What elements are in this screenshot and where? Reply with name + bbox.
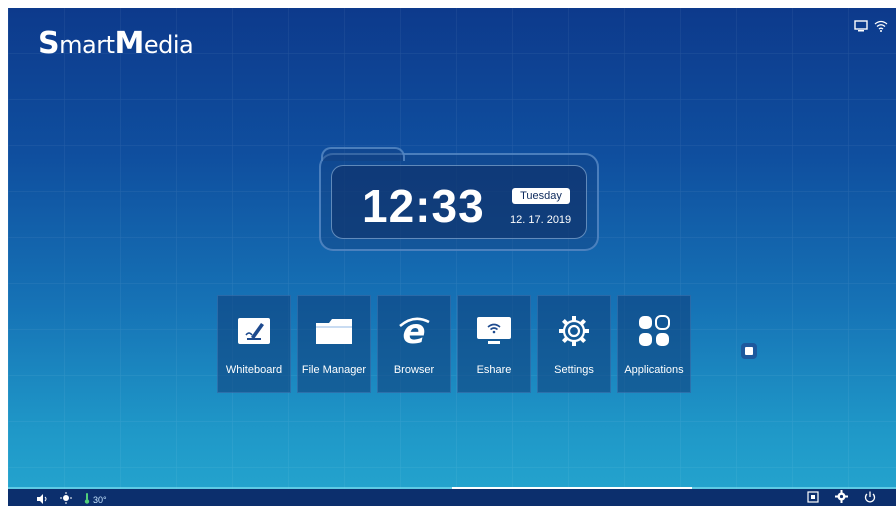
floating-menu-button[interactable]	[741, 343, 757, 359]
thermometer-icon	[84, 491, 90, 506]
app-tile-applications[interactable]: Applications	[617, 295, 691, 393]
app-label-settings: Settings	[554, 364, 594, 376]
whiteboard-icon	[237, 312, 271, 350]
floating-menu-dot	[745, 347, 753, 355]
app-tile-eshare[interactable]: Eshare	[457, 295, 531, 393]
apps-grid-icon	[638, 312, 670, 350]
settings-gear-icon[interactable]	[835, 490, 848, 506]
folder-icon	[315, 312, 353, 350]
clock-tab	[321, 147, 405, 161]
app-tile-whiteboard[interactable]: Whiteboard	[217, 295, 291, 393]
app-tile-browser[interactable]: e Browser	[377, 295, 451, 393]
desktop-screen: SmartMedia 12:33 Tuesday 12. 17. 2019 Wh…	[8, 8, 896, 506]
clock-inner-panel: 12:33 Tuesday 12. 17. 2019	[331, 165, 587, 239]
brightness-icon[interactable]	[60, 491, 72, 506]
bottom-left-controls: 30°	[36, 491, 107, 506]
clock-widget: 12:33 Tuesday 12. 17. 2019	[319, 147, 599, 251]
smartmedia-logo: SmartMedia	[38, 26, 194, 61]
app-label-whiteboard: Whiteboard	[225, 364, 283, 376]
app-label-applications: Applications	[624, 364, 684, 376]
bottom-right-controls	[807, 490, 876, 506]
eshare-icon	[476, 312, 512, 350]
temperature-label: 30°	[93, 495, 107, 505]
background-grid	[8, 8, 896, 506]
browser-e-icon: e	[397, 312, 431, 350]
window-icon[interactable]	[807, 490, 819, 506]
app-tile-settings[interactable]: Settings	[537, 295, 611, 393]
clock-date: 12. 17. 2019	[510, 214, 572, 226]
app-tile-file-manager[interactable]: File Manager	[297, 295, 371, 393]
power-icon[interactable]	[864, 490, 876, 506]
wifi-icon[interactable]	[874, 20, 888, 32]
screen-cast-icon[interactable]	[854, 20, 868, 32]
app-label-browser: Browser	[393, 364, 435, 376]
clock-day: Tuesday	[512, 188, 570, 204]
volume-icon[interactable]	[36, 491, 48, 506]
app-label-eshare: Eshare	[476, 364, 512, 376]
app-label-file-manager: File Manager	[301, 364, 367, 376]
gear-icon	[557, 312, 591, 350]
status-icons	[854, 20, 888, 32]
clock-time: 12:33	[362, 180, 485, 232]
bottom-status-bar: 30°	[8, 489, 896, 506]
app-launcher: Whiteboard File Manager e Browser Eshare	[217, 295, 691, 393]
